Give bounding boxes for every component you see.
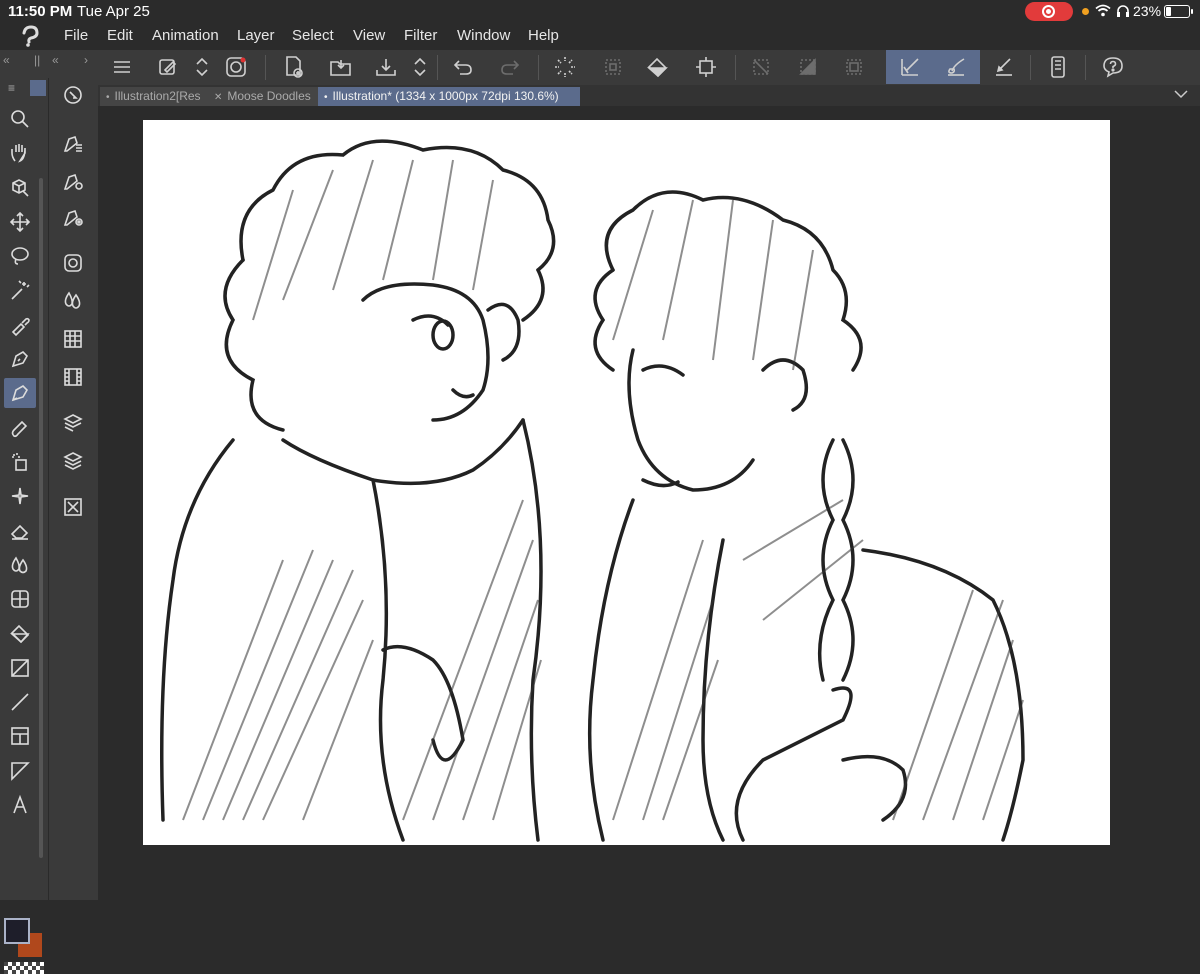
status-bar: 11:50 PM Tue Apr 25 23% bbox=[0, 0, 1200, 22]
move-icon[interactable] bbox=[4, 207, 36, 237]
invert-selection-icon[interactable] bbox=[792, 52, 824, 82]
tab-illustration2[interactable]: • Illustration2[Res bbox=[100, 87, 210, 106]
blend-icon[interactable] bbox=[4, 550, 36, 580]
layers-icon[interactable] bbox=[57, 446, 89, 476]
menu-layer[interactable]: Layer bbox=[237, 27, 275, 44]
collapse-left-icon[interactable]: « bbox=[3, 53, 10, 67]
command-bar: « || « › bbox=[0, 50, 1200, 85]
drawing-canvas[interactable] bbox=[143, 120, 1110, 845]
sub-tool-palette bbox=[48, 78, 98, 900]
sub-tool-menu-icon[interactable] bbox=[57, 80, 89, 110]
redo-icon[interactable] bbox=[494, 52, 526, 82]
companion-mode-icon[interactable] bbox=[1042, 52, 1074, 82]
mic-indicator bbox=[1082, 8, 1089, 15]
save-icon[interactable] bbox=[370, 52, 402, 82]
clip-studio-icon[interactable] bbox=[220, 52, 252, 82]
balloon-icon[interactable] bbox=[4, 756, 36, 786]
frame-icon[interactable] bbox=[4, 721, 36, 751]
menu-edit[interactable]: Edit bbox=[107, 27, 133, 44]
fill-bucket-icon[interactable] bbox=[642, 52, 674, 82]
edit-file-icon[interactable] bbox=[152, 52, 184, 82]
straight-line-icon[interactable] bbox=[988, 52, 1020, 82]
fill-icon[interactable] bbox=[4, 619, 36, 649]
wifi-icon bbox=[1095, 4, 1111, 17]
ruler-snap-icon[interactable] bbox=[894, 52, 926, 82]
sketch-artwork bbox=[160, 139, 1025, 842]
lasso-icon[interactable] bbox=[4, 241, 36, 271]
hamburger-menu-icon[interactable] bbox=[106, 52, 138, 82]
tool-scrollbar[interactable] bbox=[39, 178, 43, 858]
tab-moose-doodles[interactable]: ✕ Moose Doodles bbox=[208, 87, 320, 106]
chevron-updown-icon[interactable] bbox=[186, 52, 218, 82]
line-icon[interactable] bbox=[4, 687, 36, 717]
loading-spinner-icon[interactable] bbox=[549, 52, 581, 82]
eyedropper-icon[interactable] bbox=[4, 310, 36, 340]
sub-tool-pen-list-icon[interactable] bbox=[57, 128, 89, 158]
pencil-icon[interactable] bbox=[4, 378, 36, 409]
menu-select[interactable]: Select bbox=[292, 27, 334, 44]
color-circle-icon[interactable] bbox=[57, 248, 89, 278]
new-file-icon[interactable] bbox=[278, 52, 310, 82]
date: Tue Apr 25 bbox=[77, 3, 150, 20]
animation-timeline-icon[interactable] bbox=[57, 362, 89, 392]
sub-tool-detail-icon[interactable] bbox=[57, 202, 89, 232]
brush-icon[interactable] bbox=[4, 413, 36, 443]
selection-area-icon[interactable] bbox=[838, 52, 870, 82]
hand-icon[interactable] bbox=[4, 138, 36, 168]
transparent-color-swatch[interactable] bbox=[4, 962, 44, 974]
magic-wand-icon[interactable] bbox=[4, 276, 36, 306]
decoration-icon[interactable] bbox=[4, 481, 36, 511]
gradient-icon[interactable] bbox=[4, 653, 36, 683]
panel-grip-icon[interactable]: || bbox=[34, 53, 40, 67]
figure-icon[interactable] bbox=[4, 584, 36, 614]
eraser-icon[interactable] bbox=[4, 516, 36, 546]
headphones-icon bbox=[1117, 5, 1129, 17]
tab-label: Moose Doodles bbox=[227, 89, 311, 103]
menu-file[interactable]: File bbox=[64, 27, 88, 44]
battery-percent: 23% bbox=[1133, 3, 1162, 19]
menu-window[interactable]: Window bbox=[457, 27, 510, 44]
document-tabs: • Illustration2[Res ✕ Moose Doodles • Illus… bbox=[98, 85, 1200, 106]
color-set-icon[interactable] bbox=[57, 324, 89, 354]
text-icon[interactable] bbox=[4, 790, 36, 820]
tab-illustration-active[interactable]: • Illustration* (1334 x 1000px 72dpi 130.… bbox=[318, 87, 580, 106]
screen-record-indicator[interactable] bbox=[1025, 2, 1073, 21]
battery-icon bbox=[1164, 5, 1193, 18]
menu-bar: File Edit Animation Layer Select View Fi… bbox=[0, 22, 1200, 50]
tab-label: Illustration2[Res bbox=[114, 89, 201, 103]
transform-icon[interactable] bbox=[690, 52, 722, 82]
main-color-swatch[interactable] bbox=[4, 918, 30, 944]
open-folder-icon[interactable] bbox=[325, 52, 357, 82]
pen-icon[interactable] bbox=[4, 344, 36, 374]
sub-tool-settings-icon[interactable] bbox=[57, 166, 89, 196]
palette-active-chip bbox=[30, 80, 46, 96]
clock: 11:50 PM bbox=[8, 3, 73, 20]
zoom-icon[interactable] bbox=[4, 104, 36, 134]
tool-palette: ≡ bbox=[0, 78, 48, 974]
expand-icon[interactable]: › bbox=[84, 53, 88, 67]
menu-animation[interactable]: Animation bbox=[152, 27, 219, 44]
chevron-updown-icon[interactable] bbox=[404, 52, 436, 82]
close-icon[interactable]: ✕ bbox=[214, 92, 222, 103]
undo-icon[interactable] bbox=[447, 52, 479, 82]
tab-label: Illustration* (1334 x 1000px 72dpi 130.6… bbox=[332, 89, 559, 103]
menu-help[interactable]: Help bbox=[528, 27, 559, 44]
3d-object-icon[interactable] bbox=[4, 173, 36, 203]
select-all-icon[interactable] bbox=[597, 52, 629, 82]
navigator-icon[interactable] bbox=[57, 492, 89, 522]
brush-snap-icon[interactable] bbox=[940, 52, 972, 82]
menu-view[interactable]: View bbox=[353, 27, 385, 44]
layer-property-icon[interactable] bbox=[57, 408, 89, 438]
color-mix-icon[interactable] bbox=[57, 286, 89, 316]
menu-filter[interactable]: Filter bbox=[404, 27, 437, 44]
deselect-icon[interactable] bbox=[745, 52, 777, 82]
app-logo-icon[interactable] bbox=[18, 24, 42, 48]
collapse-sub-icon[interactable]: « bbox=[52, 53, 59, 67]
airbrush-icon[interactable] bbox=[4, 447, 36, 477]
chevron-down-icon[interactable] bbox=[1174, 89, 1188, 99]
help-balloon-icon[interactable] bbox=[1097, 52, 1129, 82]
palette-menu-icon[interactable]: ≡ bbox=[8, 81, 15, 95]
